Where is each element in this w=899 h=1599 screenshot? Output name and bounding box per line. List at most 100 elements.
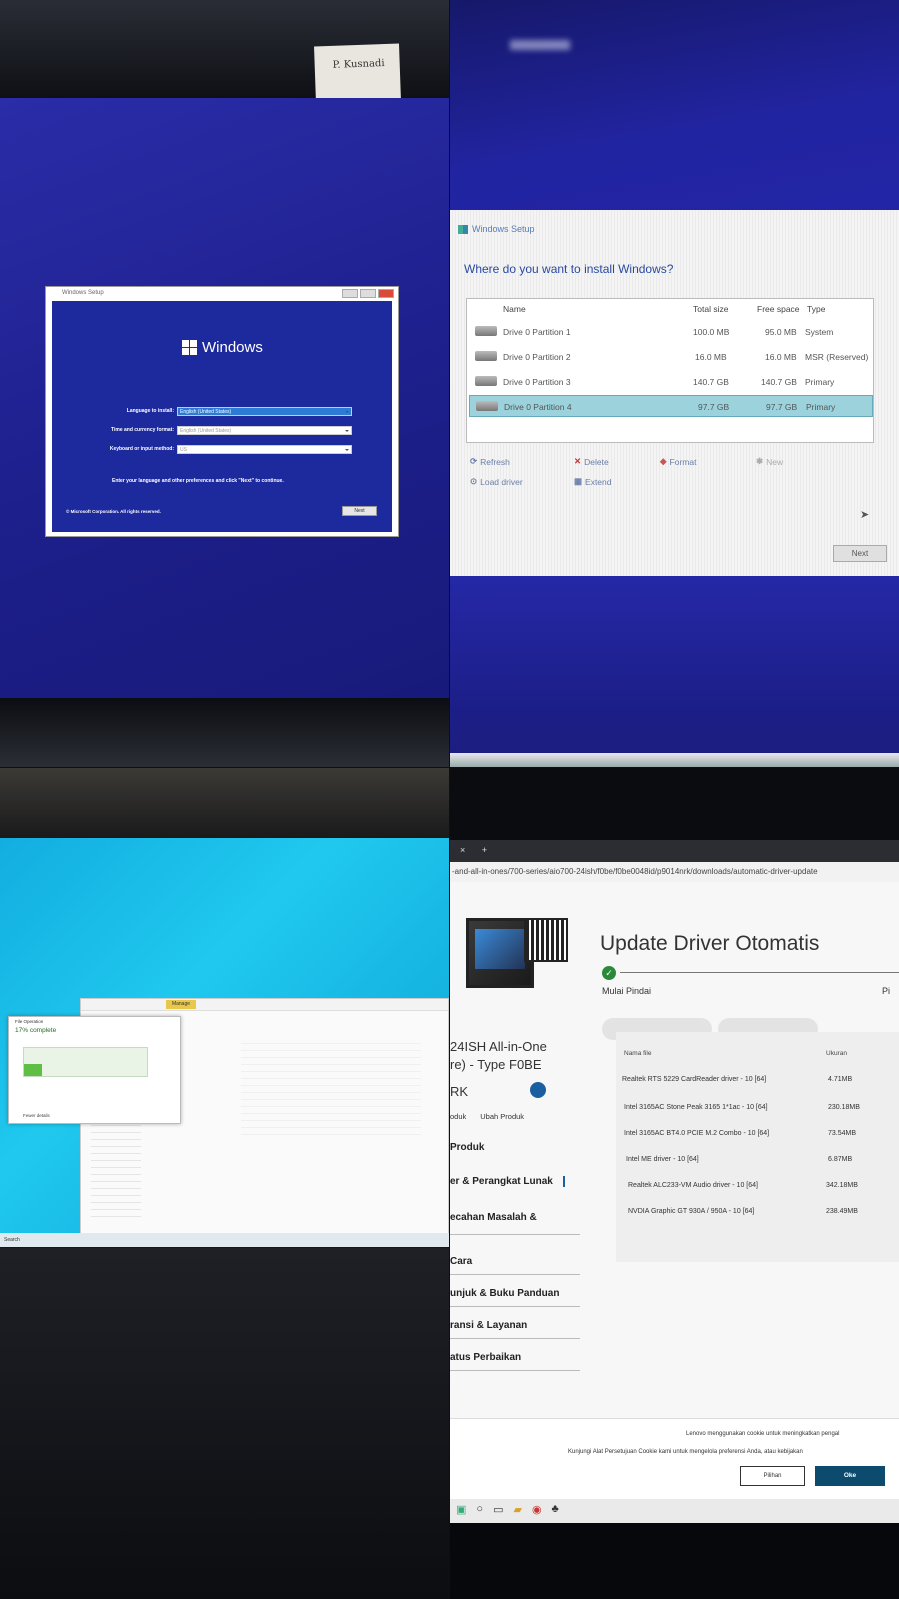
col-name: Name bbox=[503, 304, 526, 314]
task-view-icon[interactable]: ▭ bbox=[493, 1503, 503, 1519]
nav-item[interactable]: ecahan Masalah & bbox=[450, 1212, 537, 1223]
partition-total: 100.0 MB bbox=[693, 327, 730, 337]
monitor-bezel-bottom bbox=[0, 698, 449, 767]
fewer-details-button[interactable]: Fewer details bbox=[23, 1113, 50, 1118]
new-tab-icon[interactable]: + bbox=[482, 845, 487, 855]
nav-list bbox=[91, 1119, 141, 1219]
format-button[interactable]: ◆ Format bbox=[660, 456, 696, 467]
partition-type: MSR (Reserved) bbox=[805, 352, 869, 362]
drive-icon bbox=[476, 401, 498, 411]
col-type: Type bbox=[807, 304, 826, 314]
copy-percent: 17% complete bbox=[15, 1027, 57, 1034]
partition-row[interactable]: Drive 0 Partition 3 140.7 GB 140.7 GB Prima… bbox=[469, 371, 873, 393]
partition-type: Primary bbox=[806, 402, 836, 412]
extend-button[interactable]: ▦ Extend bbox=[574, 476, 612, 487]
file-list bbox=[241, 1037, 421, 1137]
partition-table: Name Total size Free space Type Drive 0 … bbox=[466, 298, 874, 443]
partition-name: Drive 0 Partition 2 bbox=[503, 352, 571, 362]
col-free: Free space bbox=[757, 304, 800, 314]
nav-item[interactable]: atus Perbaikan bbox=[450, 1352, 521, 1363]
time-format-select[interactable]: English (United States) bbox=[177, 425, 352, 435]
nav-item[interactable]: Cara bbox=[450, 1256, 472, 1267]
partition-type: Primary bbox=[805, 377, 835, 387]
load-driver-icon: ⊙ bbox=[470, 476, 478, 486]
partition-row[interactable]: Drive 0 Partition 2 16.0 MB 16.0 MB MSR (Re… bbox=[469, 346, 873, 368]
new-icon: ✱ bbox=[756, 456, 764, 466]
close-tab-icon[interactable]: × bbox=[460, 845, 465, 855]
refresh-button[interactable]: ⟳ Refresh bbox=[470, 456, 510, 467]
refresh-icon: ⟳ bbox=[470, 456, 478, 466]
photo-desktop-file-copy: Manage File Operation 17% complete Fewer… bbox=[0, 768, 449, 1599]
web-page: Update Driver Otomatis ✓ Mulai Pindai Pi… bbox=[450, 882, 899, 1418]
partition-total: 97.7 GB bbox=[698, 402, 730, 412]
close-button[interactable] bbox=[378, 289, 394, 298]
driver-table: Nama file Ukuran Realtek RTS 5229 CardRe… bbox=[616, 1032, 899, 1262]
keyboard-label: Keyboard or input method: bbox=[109, 446, 174, 452]
cookie-accept-button[interactable]: Oke bbox=[815, 1466, 885, 1486]
cookie-options-button[interactable]: Pilihan bbox=[740, 1466, 805, 1486]
partition-free: 95.0 MB bbox=[765, 327, 797, 337]
file-columns bbox=[241, 1037, 421, 1137]
setup-window: Windows Setup Windows Language to instal… bbox=[45, 286, 399, 537]
keyboard-area bbox=[0, 1248, 449, 1599]
monitor-bezel-bottom bbox=[450, 1523, 899, 1599]
windows-flag-icon bbox=[182, 340, 197, 355]
drive-icon bbox=[475, 326, 497, 336]
new-button[interactable]: ✱ New bbox=[756, 456, 783, 467]
browser-tab-bar: × + bbox=[450, 840, 899, 862]
copyright-text: © Microsoft Corporation. All rights rese… bbox=[66, 509, 161, 514]
drive-icon bbox=[475, 376, 497, 386]
next-button[interactable]: Next bbox=[342, 506, 377, 516]
delete-button[interactable]: ✕ Delete bbox=[574, 456, 609, 467]
copy-dialog-title: File Operation bbox=[15, 1019, 44, 1024]
load-driver-button[interactable]: ⊙ Load driver bbox=[470, 476, 523, 487]
nav-pane bbox=[81, 1119, 141, 1234]
nav-divider bbox=[450, 1370, 580, 1371]
nav-item[interactable]: ransi & Layanan bbox=[450, 1320, 527, 1331]
partition-type: System bbox=[805, 327, 834, 337]
copy-progress-dialog: File Operation 17% complete Fewer detail… bbox=[8, 1016, 181, 1124]
next-button[interactable]: Next bbox=[833, 545, 887, 562]
partition-row[interactable]: Drive 0 Partition 1 100.0 MB 95.0 MB System bbox=[469, 321, 873, 343]
taskbar: ▣ ○ ▭ ▰ ◉ ♣ bbox=[450, 1499, 899, 1523]
language-select[interactable]: English (United States) bbox=[177, 406, 352, 416]
nav-divider bbox=[450, 1234, 580, 1235]
nav-divider bbox=[450, 1338, 580, 1339]
keyboard-select[interactable]: US bbox=[177, 444, 352, 454]
address-bar[interactable]: -and-all-in-ones/700-series/aio700-24ish… bbox=[450, 862, 899, 882]
windows-logo-text: Windows bbox=[202, 339, 263, 356]
explorer-icon[interactable]: ▰ bbox=[513, 1503, 521, 1519]
format-icon: ◆ bbox=[660, 456, 667, 466]
explorer-ribbon: Manage bbox=[81, 999, 448, 1011]
chrome-icon[interactable]: ◉ bbox=[532, 1503, 542, 1519]
product-code: RK bbox=[450, 1084, 469, 1099]
screen-top bbox=[450, 0, 899, 210]
change-product-link[interactable]: oduk Ubah Produk bbox=[450, 1112, 524, 1121]
chevron-icon[interactable] bbox=[530, 1082, 546, 1098]
partition-title: Windows Setup bbox=[472, 224, 535, 234]
partition-row-selected[interactable]: Drive 0 Partition 4 97.7 GB 97.7 GB Primary bbox=[469, 395, 873, 417]
next-step-label: Pi bbox=[882, 986, 891, 996]
nav-item[interactable]: unjuk & Buku Panduan bbox=[450, 1288, 559, 1299]
app-icon[interactable]: ♣ bbox=[552, 1503, 559, 1519]
partition-name: Drive 0 Partition 4 bbox=[504, 402, 572, 412]
nav-item[interactable]: Produk bbox=[450, 1142, 484, 1153]
photo-windows-setup-partitions: Windows Setup Where do you want to insta… bbox=[450, 0, 899, 767]
cookie-banner: Lenovo menggunakan cookie untuk meningka… bbox=[450, 1418, 899, 1499]
language-row: Language to install: English (United Sta… bbox=[72, 406, 352, 416]
partition-free: 16.0 MB bbox=[765, 352, 797, 362]
maximize-button[interactable] bbox=[360, 289, 376, 298]
col-size: Ukuran bbox=[826, 1050, 847, 1057]
start-icon[interactable]: ▣ bbox=[456, 1503, 466, 1519]
manage-tab[interactable]: Manage bbox=[166, 1000, 196, 1009]
search-icon[interactable]: ○ bbox=[476, 1503, 483, 1519]
nav-item-active[interactable]: er & Perangkat Lunak bbox=[450, 1176, 565, 1187]
nav-divider bbox=[450, 1274, 580, 1275]
bezel-strip bbox=[450, 753, 899, 767]
copy-speed-graph bbox=[23, 1047, 148, 1077]
minimize-button[interactable] bbox=[342, 289, 358, 298]
taskbar-search[interactable]: Search bbox=[4, 1237, 20, 1243]
delete-icon: ✕ bbox=[574, 456, 582, 466]
glare bbox=[510, 40, 570, 50]
windows-logo: Windows bbox=[182, 339, 263, 356]
